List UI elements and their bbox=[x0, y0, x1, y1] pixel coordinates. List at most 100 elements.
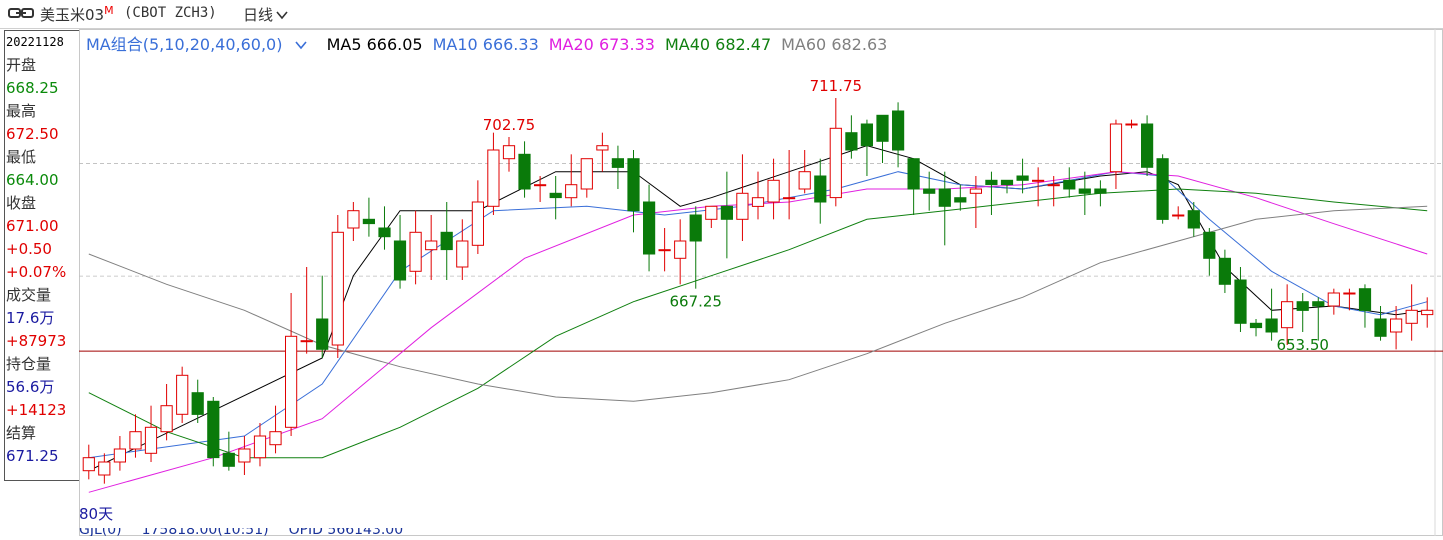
info-change: +0.50 bbox=[6, 240, 52, 258]
candle-body bbox=[1125, 123, 1138, 126]
candle-body bbox=[238, 448, 251, 463]
candle-body bbox=[783, 197, 796, 200]
chevron-down-icon bbox=[295, 41, 308, 50]
candle-body bbox=[1218, 257, 1232, 285]
candle-body bbox=[611, 158, 624, 168]
info-oi-change: +14123 bbox=[6, 401, 67, 419]
candle-body bbox=[176, 374, 189, 415]
candle-body bbox=[767, 179, 780, 203]
candle-body bbox=[892, 110, 905, 151]
candle-body bbox=[487, 149, 500, 207]
candle-body bbox=[331, 231, 344, 346]
indicator-value: 175818.00(10:51) bbox=[141, 528, 269, 536]
candle-body bbox=[845, 132, 858, 151]
candle-body bbox=[191, 392, 204, 415]
info-low-value: 664.00 bbox=[6, 171, 59, 189]
ma-legend: MA组合(5,10,20,40,60,0) MA5 666.05 MA10 666… bbox=[86, 31, 897, 55]
candle-body bbox=[658, 249, 671, 252]
candle-body bbox=[144, 426, 158, 454]
candle-body bbox=[1156, 158, 1169, 220]
ma-legend-item: MA5 666.05 bbox=[326, 35, 423, 54]
candle-body bbox=[1047, 184, 1060, 187]
candle-body bbox=[160, 405, 173, 433]
candle-body bbox=[860, 123, 873, 147]
ma-legend-item: MA40 682.47 bbox=[664, 35, 772, 54]
candle-body bbox=[969, 188, 982, 194]
info-close-label: 收盘 bbox=[6, 194, 37, 212]
info-date: 20221128 bbox=[6, 35, 64, 49]
indicator-bar: GJL(0) 175818.00(10:51) OPID 566143.00 bbox=[79, 528, 1443, 536]
candle-body bbox=[705, 205, 718, 220]
candle-body bbox=[1421, 309, 1434, 316]
candle-body bbox=[580, 158, 593, 190]
days-label: 80天 bbox=[79, 505, 114, 523]
candle-body bbox=[643, 201, 656, 255]
candle-body bbox=[440, 231, 453, 251]
price-annotation: 667.25 bbox=[669, 293, 722, 311]
period-selector[interactable]: 日线 bbox=[243, 4, 288, 25]
info-oi-label: 持仓量 bbox=[6, 355, 52, 373]
candle-body bbox=[751, 197, 765, 207]
candle-body bbox=[954, 197, 967, 203]
price-annotation: 653.50 bbox=[1276, 336, 1329, 354]
price-annotation: 702.75 bbox=[483, 116, 536, 134]
candle-body bbox=[1249, 322, 1263, 329]
candle-body bbox=[378, 227, 391, 238]
info-open-label: 开盘 bbox=[6, 56, 37, 74]
instrument-code: (CBOT ZCH3) bbox=[124, 5, 217, 21]
info-settle-value: 671.25 bbox=[6, 447, 59, 465]
candle-body bbox=[1234, 279, 1247, 324]
title-bar: 美玉米03M (CBOT ZCH3) 日线 bbox=[0, 0, 1443, 29]
ma-line-ma20 bbox=[88, 171, 1428, 493]
candle-body bbox=[798, 171, 811, 190]
link-icon[interactable] bbox=[8, 6, 34, 20]
candle-body bbox=[113, 448, 126, 463]
candle-body bbox=[285, 335, 298, 428]
candle-body bbox=[627, 158, 640, 212]
candle-body bbox=[1000, 179, 1014, 186]
candle-body bbox=[829, 127, 842, 199]
ma-legend-item: MA60 682.63 bbox=[781, 35, 888, 54]
info-high-label: 最高 bbox=[6, 102, 37, 120]
info-volume-label: 成交量 bbox=[6, 286, 52, 304]
instrument-title: 美玉米03M bbox=[40, 4, 114, 24]
candle-body bbox=[129, 431, 142, 450]
candle-body bbox=[1078, 188, 1091, 194]
price-chart[interactable]: 702.75 711.75 667.25 653.50 bbox=[79, 29, 1443, 536]
candle-body bbox=[814, 175, 827, 203]
candle-body bbox=[98, 461, 111, 476]
ma-combo-selector[interactable]: MA组合(5,10,20,40,60,0) bbox=[86, 35, 308, 54]
candle-body bbox=[1343, 292, 1356, 295]
candle-body bbox=[1374, 318, 1387, 337]
candlestick-chart[interactable]: 702.75 711.75 667.25 653.50 bbox=[79, 29, 1443, 536]
candle-body bbox=[362, 218, 375, 225]
chevron-down-icon bbox=[276, 11, 288, 20]
candle-body bbox=[1390, 318, 1403, 333]
candle-body bbox=[549, 192, 562, 199]
candle-body bbox=[456, 240, 469, 268]
candle-body bbox=[1203, 231, 1216, 259]
quote-info-panel: 20221128 开盘 668.25 最高 672.50 最低 664.00 收盘 671.00… bbox=[4, 30, 80, 481]
candle-body bbox=[689, 214, 702, 242]
candle-body bbox=[1063, 179, 1076, 190]
candle-body bbox=[1109, 123, 1123, 173]
info-volume-value: 17.6万 bbox=[6, 309, 55, 327]
candle-body bbox=[923, 188, 936, 194]
candle-body bbox=[1327, 292, 1340, 307]
info-volume-change: +87973 bbox=[6, 332, 67, 350]
info-oi-value: 56.6万 bbox=[6, 378, 55, 396]
candle-body bbox=[269, 431, 282, 446]
candle-body bbox=[876, 114, 889, 142]
candle-body bbox=[300, 340, 313, 343]
indicator-value: GJL(0) bbox=[79, 528, 122, 536]
candle-body bbox=[1281, 301, 1294, 329]
ma-legend-item: MA10 666.33 bbox=[432, 35, 539, 54]
title-mark: M bbox=[104, 4, 114, 17]
candle-body bbox=[1187, 210, 1200, 229]
candle-body bbox=[253, 435, 267, 459]
candle-body bbox=[938, 188, 951, 207]
candle-body bbox=[471, 201, 484, 246]
candle-body bbox=[222, 452, 235, 467]
candle-body bbox=[1358, 288, 1372, 311]
indicator-value: OPID 566143.00 bbox=[288, 528, 404, 536]
